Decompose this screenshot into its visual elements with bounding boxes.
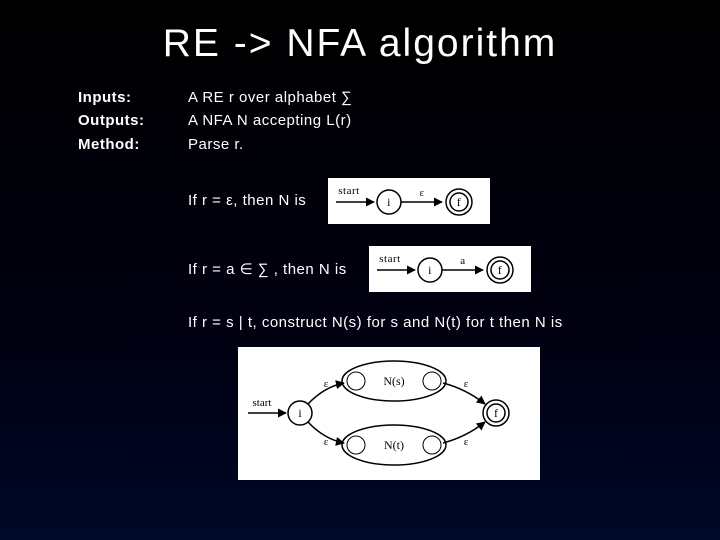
diagram-union-wrap: start i N(s) N(t) f bbox=[78, 347, 700, 480]
method-row: Method: Parse r. bbox=[78, 133, 700, 156]
case-epsilon-text: If r = ε, then N is bbox=[188, 192, 306, 209]
diagram-epsilon: start i ε f bbox=[328, 178, 490, 224]
case-union-text: If r = s | t, construct N(s) for s and N… bbox=[188, 314, 563, 331]
outputs-label: Outputs: bbox=[78, 109, 188, 132]
content-area: Inputs: A RE r over alphabet ∑ Outputs: … bbox=[0, 86, 720, 480]
d1-start-label: start bbox=[339, 185, 360, 197]
d3-nt-label: N(t) bbox=[384, 438, 404, 452]
d2-start-label: start bbox=[379, 253, 400, 265]
outputs-value: A NFA N accepting L(r) bbox=[188, 109, 700, 132]
case-symbol-text: If r = a ∈ ∑ , then N is bbox=[188, 260, 347, 278]
d3-eps-tl: ε bbox=[324, 378, 329, 390]
d3-eps-tr: ε bbox=[464, 378, 469, 390]
d3-eps-br: ε bbox=[464, 436, 469, 448]
d3-ns-label: N(s) bbox=[383, 374, 404, 388]
case-union: If r = s | t, construct N(s) for s and N… bbox=[188, 314, 700, 331]
d3-f-label: f bbox=[494, 406, 498, 420]
method-label: Method: bbox=[78, 133, 188, 156]
case-epsilon: If r = ε, then N is start i ε f bbox=[188, 178, 700, 224]
method-value: Parse r. bbox=[188, 133, 700, 156]
d3-eps-bl: ε bbox=[324, 436, 329, 448]
case-symbol: If r = a ∈ ∑ , then N is start i a f bbox=[188, 246, 700, 292]
d1-i-label: i bbox=[387, 195, 391, 209]
diagram-symbol: start i a f bbox=[369, 246, 531, 292]
d1-eps-label: ε bbox=[420, 187, 425, 199]
page-title: RE -> NFA algorithm bbox=[0, 0, 720, 86]
inputs-label: Inputs: bbox=[78, 86, 188, 109]
d2-i-label: i bbox=[428, 263, 432, 277]
d1-f-label: f bbox=[457, 195, 462, 209]
d3-start-label: start bbox=[253, 397, 272, 409]
inputs-value: A RE r over alphabet ∑ bbox=[188, 86, 700, 109]
d2-f-label: f bbox=[497, 263, 502, 277]
d3-i-label: i bbox=[298, 406, 302, 420]
outputs-row: Outputs: A NFA N accepting L(r) bbox=[78, 109, 700, 132]
diagram-union: start i N(s) N(t) f bbox=[238, 347, 540, 480]
inputs-row: Inputs: A RE r over alphabet ∑ bbox=[78, 86, 700, 109]
d2-a-label: a bbox=[460, 255, 465, 267]
